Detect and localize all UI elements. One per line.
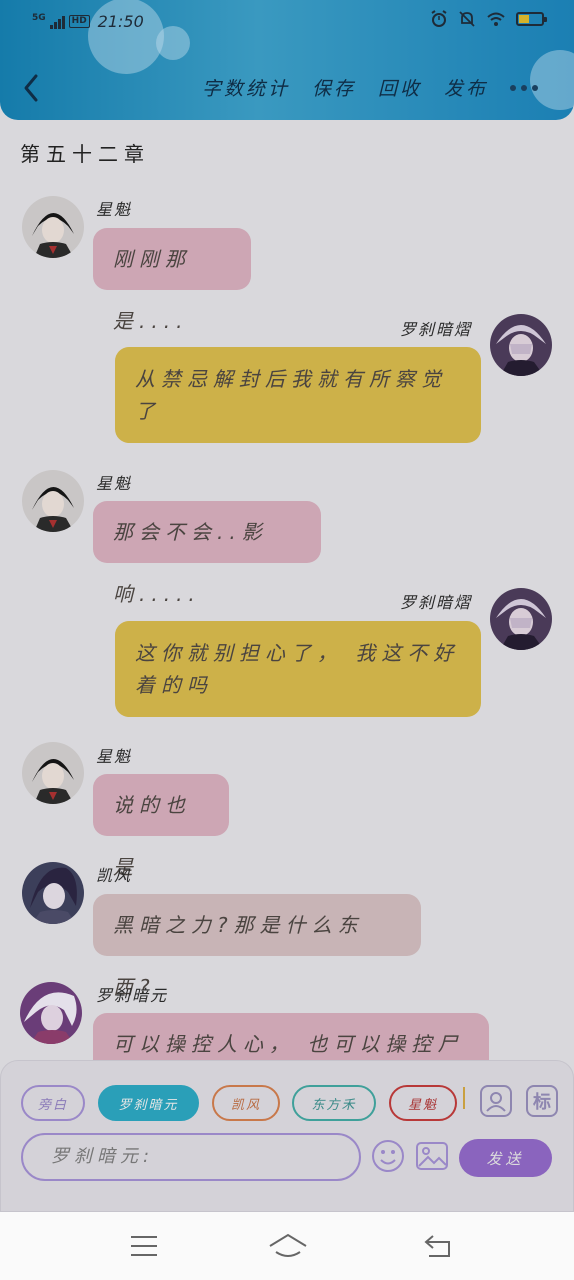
wifi-icon	[487, 12, 505, 26]
character-avatar-icon	[22, 742, 84, 804]
role-chip[interactable]: 凯风	[212, 1085, 280, 1121]
system-nav-bar	[0, 1212, 574, 1280]
clock: 21:50	[97, 12, 144, 31]
avatar[interactable]	[22, 470, 84, 532]
avatar[interactable]	[22, 862, 84, 924]
role-chip-active[interactable]: 罗刹暗元	[98, 1085, 199, 1121]
hd-badge: HD	[68, 15, 90, 28]
message-bubble[interactable]: 那会不会..影响.....	[93, 501, 321, 606]
avatar[interactable]	[490, 314, 552, 376]
tag-label: 标	[533, 1092, 551, 1113]
image-icon[interactable]	[415, 1139, 449, 1173]
person-icon[interactable]	[480, 1085, 512, 1117]
role-chip-narration[interactable]: 旁白	[21, 1085, 85, 1121]
character-avatar-icon	[490, 314, 552, 376]
character-avatar-icon	[22, 470, 84, 532]
network-type: 5G	[32, 12, 46, 23]
avatar[interactable]	[490, 588, 552, 650]
avatar[interactable]	[20, 982, 82, 1044]
back-nav-icon[interactable]	[423, 1232, 453, 1260]
sender-name: 凯风	[96, 866, 133, 885]
avatar[interactable]	[22, 196, 84, 258]
menu-icon[interactable]	[129, 1234, 159, 1258]
chapter-title: 第五十二章	[20, 142, 150, 166]
publish-button[interactable]: 发布	[444, 74, 488, 101]
sender-name: 星魁	[96, 200, 133, 219]
message-bubble[interactable]: 刚刚那是....	[93, 228, 251, 333]
status-bar: 5G HD 21:50	[0, 0, 574, 44]
message-bubble[interactable]: 这你就别担心了， 我这不好着的吗	[115, 621, 481, 717]
message-bubble[interactable]: 黑暗之力?那是什么东西?	[93, 894, 421, 999]
send-button[interactable]: 发送	[459, 1139, 552, 1177]
chevron-left-icon	[24, 74, 38, 102]
sender-name: 星魁	[96, 747, 133, 766]
battery-icon	[516, 12, 547, 26]
signal-icon	[49, 15, 65, 29]
back-button[interactable]	[18, 70, 46, 106]
save-button[interactable]: 保存	[312, 74, 356, 101]
sender-name: 罗刹暗元	[96, 986, 169, 1005]
alarm-icon	[431, 10, 447, 27]
more-dots-icon[interactable]	[510, 84, 538, 91]
character-avatar-icon	[22, 862, 84, 924]
word-count-button[interactable]: 字数统计	[202, 74, 290, 101]
sender-name: 星魁	[96, 474, 133, 493]
message-bubble[interactable]: 从禁忌解封后我就有所察觉了	[115, 347, 481, 443]
sender-name: 罗刹暗熠	[400, 593, 473, 612]
emoji-icon[interactable]	[371, 1139, 405, 1173]
dialogue-input[interactable]: 罗刹暗元:	[21, 1133, 361, 1181]
composer-panel: 旁白 罗刹暗元 凯风 东方禾 星魁 标 罗刹暗元: 发送	[0, 1060, 574, 1212]
sender-name: 罗刹暗熠	[400, 320, 473, 339]
mute-bell-icon	[459, 11, 475, 27]
recycle-button[interactable]: 回收	[378, 74, 422, 101]
message-bubble[interactable]: 说的也是	[93, 774, 229, 879]
role-chip[interactable]: 星魁	[389, 1085, 457, 1121]
person-icon	[486, 1092, 506, 1112]
divider	[463, 1087, 465, 1109]
character-avatar-icon	[20, 982, 82, 1044]
header-actions: 字数统计 保存 回收 发布	[202, 74, 538, 101]
role-chip[interactable]: 东方禾	[292, 1085, 376, 1121]
home-icon[interactable]	[268, 1232, 308, 1260]
character-avatar-icon	[490, 588, 552, 650]
avatar[interactable]	[22, 742, 84, 804]
tag-icon[interactable]: 标	[526, 1085, 558, 1117]
character-avatar-icon	[22, 196, 84, 258]
